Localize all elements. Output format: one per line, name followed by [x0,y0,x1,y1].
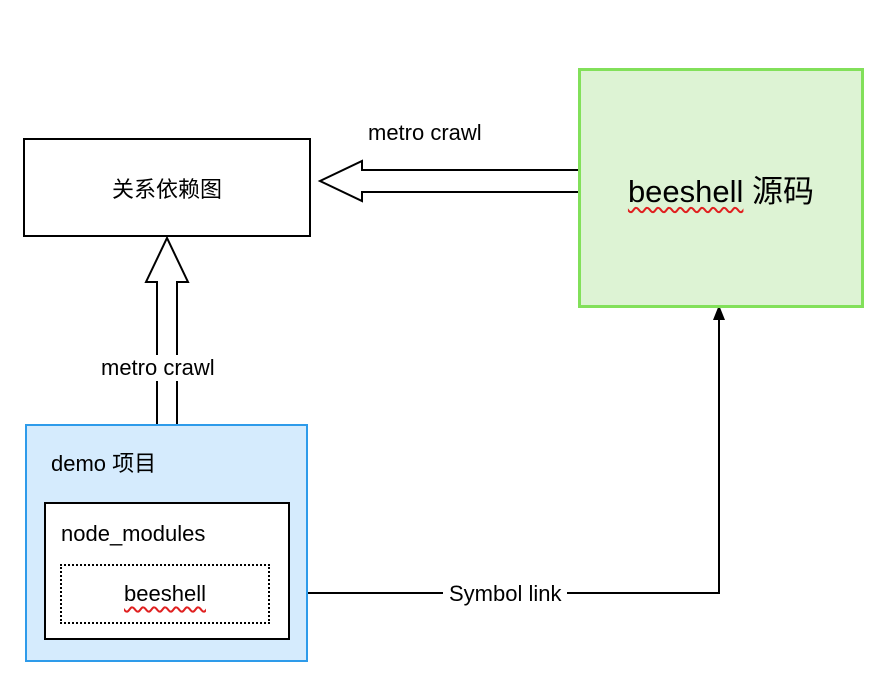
beeshell-source-suffix: 源码 [752,173,815,209]
dependency-graph-label: 关系依赖图 [111,176,222,202]
demo-project-label: demo 项目 [51,451,157,476]
dependency-graph-box: 关系依赖图 [23,138,311,237]
arrow-demo-to-graph [144,235,190,438]
symbol-link-line [270,318,720,594]
demo-project-box: demo 项目 node_modules beeshell [25,424,308,662]
beeshell-source-box: beeshell 源码 [578,68,864,308]
node-modules-box: node_modules beeshell [44,502,290,640]
node-modules-label: node_modules [61,521,206,546]
beeshell-package-label: beeshell [124,581,206,606]
edge-label-demo-to-graph: metro crawl [99,355,217,381]
arrow-source-to-graph [317,159,586,203]
beeshell-source-label: beeshell 源码 [628,166,814,211]
beeshell-source-name: beeshell [627,173,744,209]
edge-label-symbol-link: Symbol link [443,581,568,607]
beeshell-package-box: beeshell [60,564,270,624]
edge-label-source-to-graph: metro crawl [368,120,482,146]
